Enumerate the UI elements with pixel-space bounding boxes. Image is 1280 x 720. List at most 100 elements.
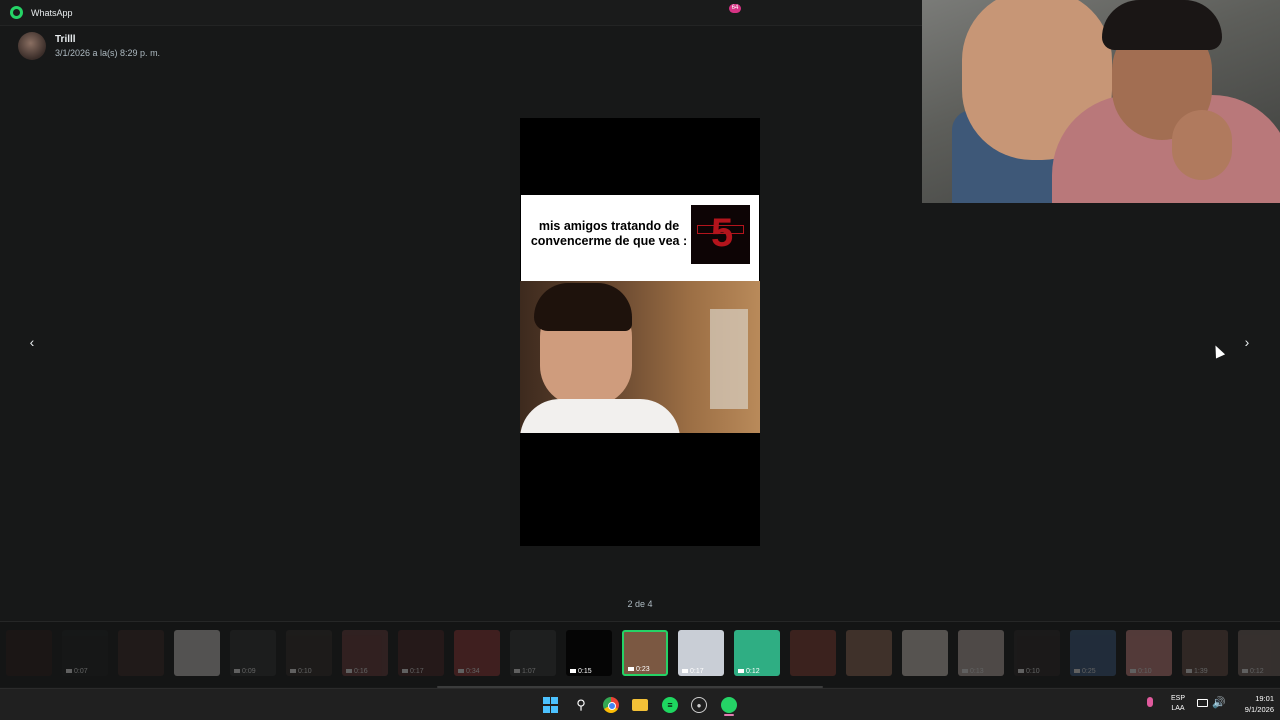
media-thumbnail[interactable]: 0:15 [566, 630, 612, 676]
search-icon[interactable]: ⚲ [573, 697, 589, 713]
duration-text: 0:10 [1138, 668, 1152, 675]
media-thumbnail[interactable] [174, 630, 220, 676]
duration-text: 0:17 [690, 668, 704, 675]
message-timestamp: 3/1/2026 a la(s) 8:29 p. m. [55, 48, 161, 58]
video-camera-icon [402, 669, 408, 674]
video-camera-icon [1018, 669, 1024, 674]
duration-text: 1:07 [522, 668, 536, 675]
media-viewer[interactable]: mis amigos tratando de convencerme de qu… [520, 118, 760, 546]
media-thumbnail[interactable]: 1:39 [1182, 630, 1228, 676]
duration-text: 0:25 [1082, 668, 1096, 675]
duration-text: 0:07 [74, 668, 88, 675]
media-thumbnail[interactable]: 0:10 [286, 630, 332, 676]
poster-number: 5 [711, 211, 734, 255]
whatsapp-taskbar-icon[interactable] [721, 697, 737, 713]
media-thumbnail-strip[interactable]: 0:07 0:09 0:10 0:16 0:17 0:34 1:07 0:15 0:23 0:17… [0, 621, 1280, 687]
duration-text: 0:09 [242, 668, 256, 675]
media-thumbnail[interactable] [790, 630, 836, 676]
chrome-icon[interactable] [603, 697, 619, 713]
media-thumbnail[interactable]: 0:23 [622, 630, 668, 676]
media-thumbnail[interactable]: 0:09 [230, 630, 276, 676]
active-app-indicator [724, 714, 734, 716]
windows-taskbar: ⚲ ≡ ● [0, 688, 1280, 720]
video-camera-icon [66, 669, 72, 674]
media-thumbnail[interactable]: 0:17 [398, 630, 444, 676]
windows-start-icon[interactable] [543, 697, 559, 713]
avatar[interactable] [18, 32, 46, 60]
video-camera-icon [234, 669, 240, 674]
clock-time: 19:01 [1255, 694, 1274, 703]
thumbnail-duration: 0:17 [402, 668, 424, 675]
meme-caption: mis amigos tratando de convencerme de qu… [530, 219, 688, 248]
webcam-hand [1172, 110, 1232, 180]
webcam-overlay-image [922, 0, 1280, 203]
video-frame-image [520, 281, 760, 433]
next-media-button[interactable]: › [1237, 332, 1257, 352]
video-camera-icon [1074, 669, 1080, 674]
mouse-cursor-icon [1210, 343, 1226, 359]
thumbnail-duration: 0:15 [570, 668, 592, 675]
thumbnail-duration: 0:23 [628, 666, 650, 673]
media-thumbnail[interactable]: 0:10 [1014, 630, 1060, 676]
thumbnail-duration: 0:09 [234, 668, 256, 675]
whatsapp-unread-badge: 64 [729, 4, 741, 13]
media-thumbnail[interactable]: 1:07 [510, 630, 556, 676]
duration-text: 0:34 [466, 668, 480, 675]
thumbnail-duration: 1:39 [1186, 668, 1208, 675]
media-thumbnail[interactable]: 0:17 [678, 630, 724, 676]
duration-text: 0:13 [970, 668, 984, 675]
duration-text: 0:10 [298, 668, 312, 675]
media-thumbnail[interactable] [118, 630, 164, 676]
media-thumbnail[interactable]: 0:34 [454, 630, 500, 676]
sender-info: Trilll 3/1/2026 a la(s) 8:29 p. m. [18, 32, 160, 60]
file-explorer-icon[interactable] [632, 699, 648, 711]
system-clock[interactable]: 19:01 9/1/2026 [1230, 693, 1274, 715]
steam-icon[interactable]: ● [691, 697, 707, 713]
media-thumbnail[interactable] [6, 630, 52, 676]
thumbnail-duration: 0:16 [346, 668, 368, 675]
media-thumbnail[interactable]: 0:16 [342, 630, 388, 676]
duration-text: 0:16 [354, 668, 368, 675]
thumbnail-duration: 0:13 [962, 668, 984, 675]
keyboard-layout: LAA [1171, 705, 1185, 712]
duration-text: 0:17 [410, 668, 424, 675]
thumbnail-duration: 0:17 [682, 668, 704, 675]
media-thumbnail[interactable]: 0:13 [958, 630, 1004, 676]
person-hair [534, 283, 632, 331]
language-indicator[interactable]: ESP LAA [1166, 694, 1190, 714]
clock-date: 9/1/2026 [1244, 705, 1274, 714]
thumbnail-duration: 0:10 [1018, 668, 1040, 675]
previous-media-button[interactable]: ‹ [22, 332, 42, 352]
media-thumbnail[interactable]: 0:07 [62, 630, 108, 676]
volume-icon[interactable]: 🔊 [1212, 696, 1226, 709]
sender-name: Trilll [55, 34, 76, 45]
media-thumbnail[interactable]: 0:10 [1126, 630, 1172, 676]
video-camera-icon [738, 669, 744, 674]
thumbnail-duration: 0:25 [1074, 668, 1096, 675]
video-camera-icon [962, 669, 968, 674]
video-camera-icon [1242, 669, 1248, 674]
spotify-icon[interactable]: ≡ [662, 697, 678, 713]
media-thumbnail[interactable] [846, 630, 892, 676]
webcam-hair [1102, 0, 1222, 50]
duration-text: 0:12 [1250, 668, 1264, 675]
video-camera-icon [1186, 669, 1192, 674]
duration-text: 0:23 [636, 666, 650, 673]
microphone-icon[interactable] [1147, 697, 1153, 707]
video-camera-icon [290, 669, 296, 674]
media-thumbnail[interactable]: 0:25 [1070, 630, 1116, 676]
media-thumbnail[interactable] [902, 630, 948, 676]
language-code: ESP [1170, 695, 1185, 702]
media-thumbnail[interactable]: 0:12 [1238, 630, 1280, 676]
thumbnail-duration: 1:07 [514, 668, 536, 675]
thumbnail-duration: 0:34 [458, 668, 480, 675]
stranger-things-poster-image: 5 [691, 205, 750, 264]
media-thumbnail[interactable]: 0:12 [734, 630, 780, 676]
network-icon[interactable] [1197, 699, 1208, 707]
thumbnail-duration: 0:12 [1242, 668, 1264, 675]
whatsapp-logo-icon [10, 6, 23, 19]
person-shirt [520, 399, 680, 433]
meme-caption-box: mis amigos tratando de convencerme de qu… [521, 195, 759, 281]
thumbnail-duration: 0:07 [66, 668, 88, 675]
video-camera-icon [628, 667, 634, 672]
